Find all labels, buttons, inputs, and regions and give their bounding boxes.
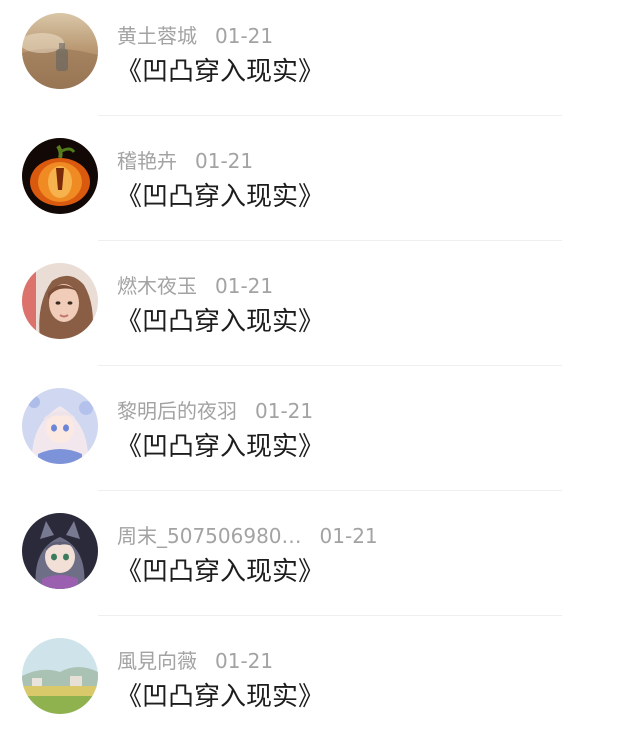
- girl-photo-icon: [22, 263, 98, 339]
- landscape-icon: [22, 638, 98, 714]
- comment-meta: 燃木夜玉 01-21: [117, 272, 273, 300]
- comment-meta: 風見向薇 01-21: [117, 647, 273, 675]
- comment-text: 《凹凸穿入现实》: [116, 57, 325, 87]
- divider: [98, 115, 562, 116]
- comment-list: 黄土蓉城 01-21 《凹凸穿入现实》 稽艳卉 01-21 《凹凸穿入现实》 燃…: [0, 0, 640, 722]
- anime-catboy-icon: [22, 513, 98, 589]
- divider: [98, 490, 562, 491]
- comment-text: 《凹凸穿入现实》: [116, 307, 325, 337]
- timestamp: 01-21: [255, 399, 314, 423]
- comment-meta: 黄土蓉城 01-21: [117, 22, 273, 50]
- username[interactable]: 稽艳卉: [117, 149, 177, 173]
- divider: [98, 615, 562, 616]
- avatar[interactable]: [22, 263, 98, 339]
- comment-text: 《凹凸穿入现实》: [116, 182, 325, 212]
- avatar[interactable]: [22, 388, 98, 464]
- username[interactable]: 燃木夜玉: [117, 274, 197, 298]
- timestamp: 01-21: [215, 274, 274, 298]
- comment-row[interactable]: 燃木夜玉 01-21 《凹凸穿入现实》: [0, 250, 640, 375]
- timestamp: 01-21: [215, 24, 274, 48]
- comment-row[interactable]: 黎明后的夜羽 01-21 《凹凸穿入现实》: [0, 375, 640, 500]
- comment-text: 《凹凸穿入现实》: [116, 432, 325, 462]
- username[interactable]: 周末_507506980…: [117, 524, 302, 548]
- timestamp: 01-21: [195, 149, 254, 173]
- comment-row[interactable]: 稽艳卉 01-21 《凹凸穿入现实》: [0, 125, 640, 250]
- comment-text: 《凹凸穿入现实》: [116, 682, 325, 712]
- beach-bottle-icon: [22, 13, 98, 89]
- anime-girl-icon: [22, 388, 98, 464]
- comment-meta: 黎明后的夜羽 01-21: [117, 397, 313, 425]
- comment-row[interactable]: 風見向薇 01-21 《凹凸穿入现实》: [0, 625, 640, 750]
- username[interactable]: 黄土蓉城: [117, 24, 197, 48]
- pumpkin-icon: [22, 138, 98, 214]
- username[interactable]: 黎明后的夜羽: [117, 399, 237, 423]
- comment-meta: 稽艳卉 01-21: [117, 147, 253, 175]
- divider: [98, 365, 562, 366]
- comment-row[interactable]: 黄土蓉城 01-21 《凹凸穿入现实》: [0, 0, 640, 125]
- comment-text: 《凹凸穿入现实》: [116, 557, 325, 587]
- comment-meta: 周末_507506980… 01-21: [117, 522, 378, 550]
- timestamp: 01-21: [319, 524, 378, 548]
- timestamp: 01-21: [215, 649, 274, 673]
- avatar[interactable]: [22, 13, 98, 89]
- avatar[interactable]: [22, 513, 98, 589]
- username[interactable]: 風見向薇: [117, 649, 197, 673]
- avatar[interactable]: [22, 638, 98, 714]
- divider: [98, 240, 562, 241]
- avatar[interactable]: [22, 138, 98, 214]
- comment-row[interactable]: 周末_507506980… 01-21 《凹凸穿入现实》: [0, 500, 640, 625]
